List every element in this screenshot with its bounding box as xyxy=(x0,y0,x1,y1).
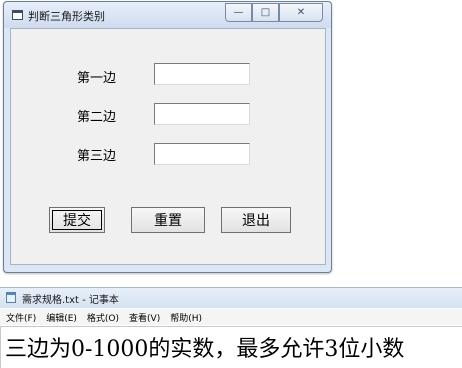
menu-edit[interactable]: 编辑(E) xyxy=(40,309,81,325)
menu-help[interactable]: 帮助(H) xyxy=(164,309,206,325)
notepad-titlebar[interactable]: 需求规格.txt - 记事本 xyxy=(0,287,462,308)
menu-file[interactable]: 文件(F) xyxy=(0,309,40,325)
window-icon xyxy=(12,10,23,20)
dialog-titlebar[interactable]: 判断三角形类别 — □ ✕ xyxy=(4,2,331,28)
side2-input[interactable] xyxy=(154,103,250,125)
notepad-icon xyxy=(6,292,16,303)
window-controls: — □ ✕ xyxy=(225,3,323,22)
submit-button-label: 提交 xyxy=(63,213,91,229)
minimize-button[interactable]: — xyxy=(225,3,252,22)
menu-view[interactable]: 查看(V) xyxy=(123,309,164,325)
notepad-title: 需求规格.txt - 记事本 xyxy=(22,295,119,306)
reset-button-label: 重置 xyxy=(154,213,182,229)
notepad-window: 需求规格.txt - 记事本 文件(F) 编辑(E) 格式(O) 查看(V) 帮… xyxy=(0,287,462,368)
submit-button[interactable]: 提交 xyxy=(49,207,105,233)
notepad-text-area[interactable]: 三边为0-1000的实数，最多允许3位小数 xyxy=(0,326,462,368)
maximize-icon: □ xyxy=(260,7,271,18)
side3-input[interactable] xyxy=(154,143,250,165)
menu-format[interactable]: 格式(O) xyxy=(81,309,123,325)
side1-input[interactable] xyxy=(154,63,250,85)
exit-button-label: 退出 xyxy=(242,213,270,229)
close-button[interactable]: ✕ xyxy=(279,3,323,22)
minimize-icon: — xyxy=(233,7,244,18)
side2-label: 第二边 xyxy=(77,110,117,125)
notepad-menubar: 文件(F) 编辑(E) 格式(O) 查看(V) 帮助(H) xyxy=(0,309,462,325)
exit-button[interactable]: 退出 xyxy=(221,207,291,233)
dialog-title: 判断三角形类别 xyxy=(28,10,105,23)
maximize-button[interactable]: □ xyxy=(252,3,279,22)
notepad-content: 三边为0-1000的实数，最多允许3位小数 xyxy=(5,337,405,362)
triangle-dialog-window: 判断三角形类别 — □ ✕ 第一边 第二边 第三边 提交 重置 退出 xyxy=(3,1,332,273)
side1-label: 第一边 xyxy=(77,71,117,86)
side3-label: 第三边 xyxy=(77,149,117,164)
close-icon: ✕ xyxy=(296,7,306,18)
dialog-client-area: 第一边 第二边 第三边 提交 重置 退出 xyxy=(10,28,326,265)
reset-button[interactable]: 重置 xyxy=(131,207,205,233)
